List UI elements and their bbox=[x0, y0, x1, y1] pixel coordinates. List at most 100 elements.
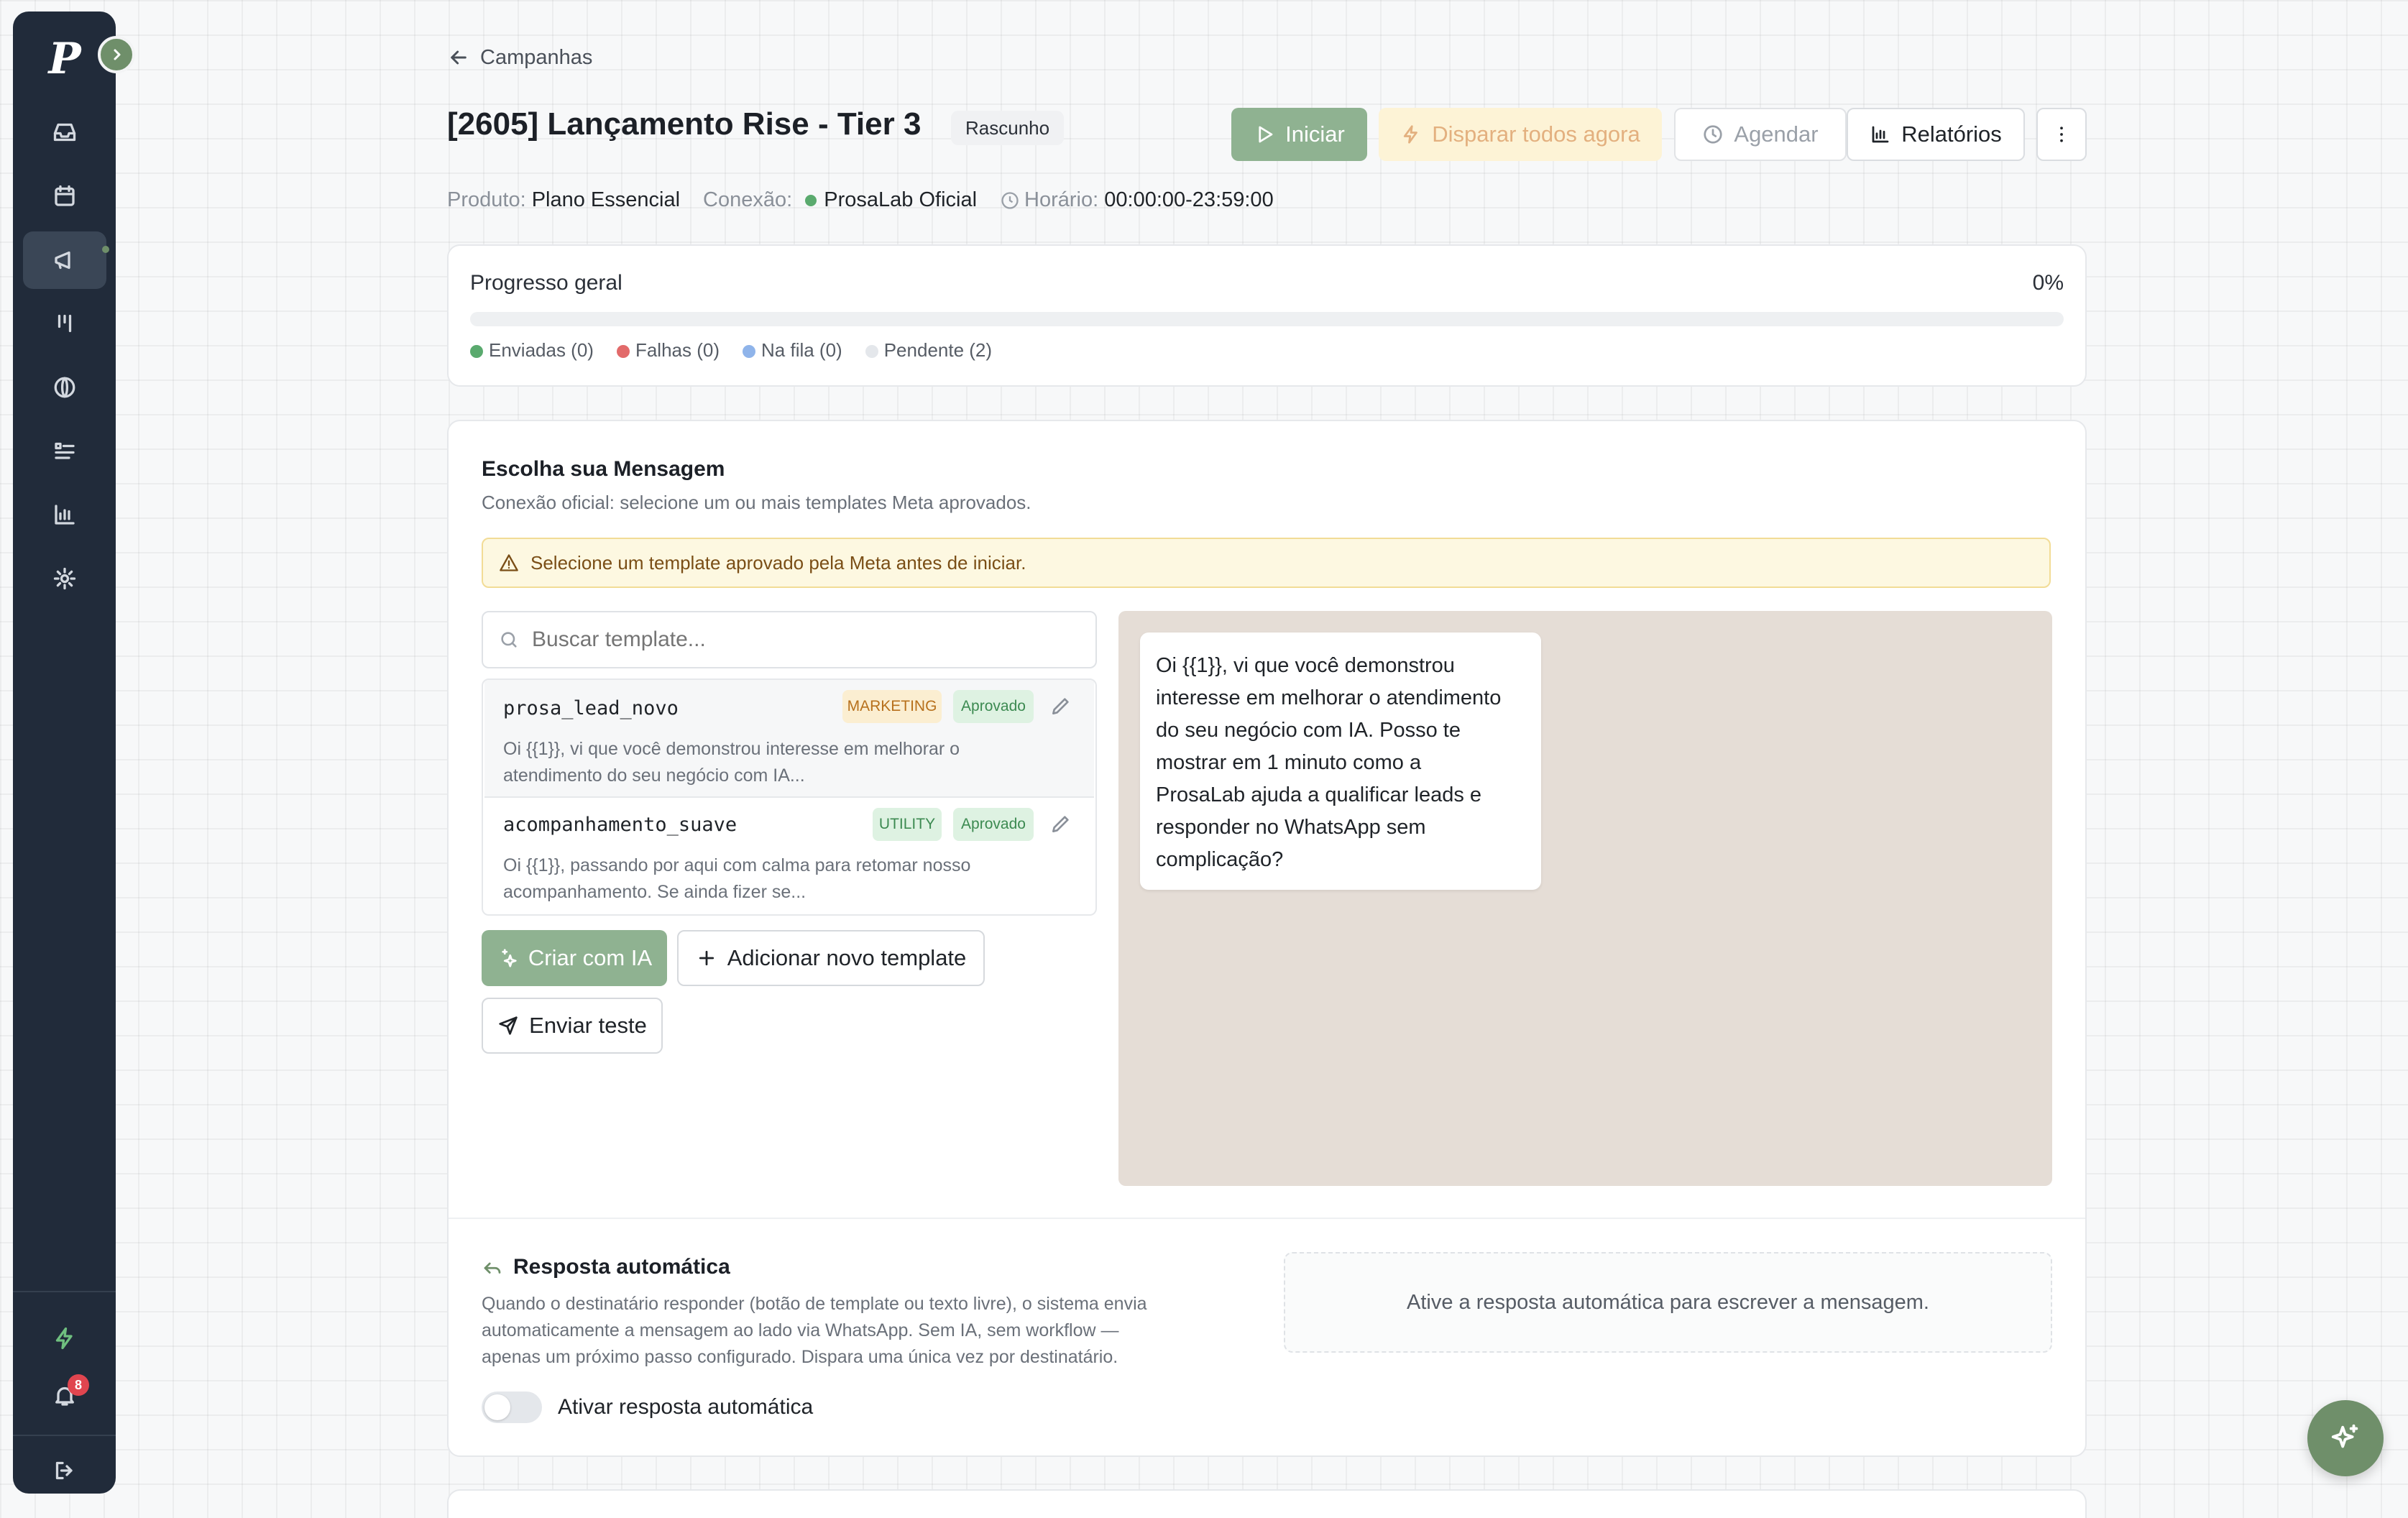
status-badge: Aprovado bbox=[953, 808, 1034, 841]
time-label: Horário: bbox=[1024, 188, 1099, 211]
product-label: Produto: bbox=[447, 188, 526, 211]
auto-reply-toggle[interactable] bbox=[482, 1392, 542, 1423]
back-link-label: Campanhas bbox=[480, 45, 593, 69]
product-value: Plano Essencial bbox=[531, 188, 681, 211]
create-with-ai-label: Criar com IA bbox=[528, 945, 653, 970]
sidebar-toggle-button[interactable] bbox=[98, 36, 135, 73]
calendar-icon bbox=[55, 185, 75, 206]
sidebar-item-inbox[interactable] bbox=[23, 104, 106, 161]
more-options-button[interactable] bbox=[2036, 108, 2087, 161]
message-card: Escolha sua Mensagem Conexão oficial: se… bbox=[447, 420, 2087, 1457]
create-with-ai-button[interactable]: Criar com IA bbox=[482, 930, 667, 986]
lightning-icon bbox=[1404, 125, 1418, 144]
ai-assistant-button[interactable] bbox=[2307, 1400, 2384, 1476]
reply-icon bbox=[484, 1262, 501, 1274]
campaign-meta: Produto: Plano Essencial Conexão: ProsaL… bbox=[447, 188, 1274, 212]
progress-card: Progresso geral 0% Enviadas (0) Falhas (… bbox=[447, 244, 2087, 387]
arrow-left-icon bbox=[451, 50, 467, 65]
fire-all-button-label: Disparar todos agora bbox=[1432, 121, 1640, 147]
time-value: 00:00:00-23:59:00 bbox=[1104, 188, 1274, 211]
sidebar-item-notifications[interactable]: 8 bbox=[23, 1367, 106, 1425]
sidebar-item-reports[interactable] bbox=[23, 486, 106, 543]
auto-reply-title: Resposta automática bbox=[513, 1255, 730, 1279]
bar-chart-icon bbox=[55, 505, 75, 525]
auto-reply-header: Resposta automática bbox=[482, 1255, 730, 1279]
legend-item-queued: Na fila (0) bbox=[743, 339, 842, 362]
sparkles-icon bbox=[502, 949, 517, 967]
search-icon bbox=[501, 632, 517, 648]
progress-legend: Enviadas (0) Falhas (0) Na fila (0) Pend… bbox=[470, 339, 992, 362]
search-input[interactable] bbox=[530, 627, 1080, 653]
checklist-icon bbox=[55, 442, 75, 459]
sparkles-icon bbox=[2331, 1424, 2358, 1448]
plus-icon bbox=[699, 950, 714, 966]
legend-item-sent: Enviadas (0) bbox=[470, 339, 594, 362]
edit-template-button[interactable] bbox=[1049, 812, 1072, 835]
template-name: acompanhamento_suave bbox=[503, 814, 737, 836]
sidebar: P 8 bbox=[13, 12, 116, 1494]
template-preview: Oi {{1}}, vi que você demonstrou interes… bbox=[503, 739, 960, 786]
sidebar-item-campaigns[interactable] bbox=[23, 231, 106, 289]
send-test-button[interactable]: Enviar teste bbox=[482, 998, 663, 1054]
start-button[interactable]: Iniciar bbox=[1231, 108, 1367, 161]
connection-value: ProsaLab Oficial bbox=[824, 188, 978, 211]
warning-icon bbox=[500, 554, 518, 571]
sidebar-item-contacts[interactable] bbox=[23, 359, 106, 416]
template-item[interactable]: acompanhamento_suave UTILITY Aprovado Oi… bbox=[484, 798, 1094, 914]
add-template-button[interactable]: Adicionar novo template bbox=[677, 930, 985, 986]
reports-button-label: Relatórios bbox=[1901, 121, 2002, 147]
sidebar-item-logout[interactable] bbox=[23, 1442, 106, 1499]
message-preview-panel: Oi {{1}}, vi que você demonstrou interes… bbox=[1118, 611, 2052, 1186]
sidebar-divider bbox=[13, 1291, 116, 1292]
template-name: prosa_lead_novo bbox=[503, 697, 679, 719]
next-section-card bbox=[447, 1489, 2087, 1518]
send-test-label: Enviar teste bbox=[529, 1013, 647, 1038]
progress-title: Progresso geral bbox=[470, 271, 622, 295]
pencil-icon bbox=[1052, 698, 1069, 714]
start-button-label: Iniciar bbox=[1285, 121, 1345, 147]
reports-button[interactable]: Relatórios bbox=[1847, 108, 2025, 161]
template-item[interactable]: prosa_lead_novo MARKETING Aprovado Oi {{… bbox=[484, 680, 1094, 798]
edit-template-button[interactable] bbox=[1049, 694, 1072, 717]
chevron-right-icon bbox=[114, 49, 121, 60]
template-list: prosa_lead_novo MARKETING Aprovado Oi {{… bbox=[482, 678, 1097, 916]
fire-all-button[interactable]: Disparar todos agora bbox=[1379, 108, 1662, 161]
clock-icon bbox=[1001, 191, 1019, 209]
sidebar-item-automations[interactable] bbox=[23, 1310, 106, 1367]
schedule-button[interactable]: Agendar bbox=[1674, 108, 1847, 161]
sidebar-item-tasks[interactable] bbox=[23, 423, 106, 480]
logout-icon bbox=[55, 1461, 73, 1480]
sidebar-item-pipeline[interactable] bbox=[23, 295, 106, 352]
sidebar-item-calendar[interactable] bbox=[23, 167, 106, 225]
clock-icon bbox=[1704, 125, 1723, 144]
auto-reply-toggle-label: Ativar resposta automática bbox=[558, 1395, 814, 1419]
play-icon bbox=[1259, 126, 1273, 143]
template-search[interactable] bbox=[482, 611, 1097, 668]
legend-item-failed: Falhas (0) bbox=[616, 339, 720, 362]
notification-badge: 8 bbox=[68, 1374, 89, 1396]
message-section-title: Escolha sua Mensagem bbox=[482, 457, 725, 481]
status-badge: Rascunho bbox=[951, 111, 1065, 145]
pencil-icon bbox=[1052, 816, 1069, 832]
send-icon bbox=[499, 1016, 518, 1035]
template-preview: Oi {{1}}, passando por aqui com calma pa… bbox=[503, 855, 971, 902]
back-link[interactable]: Campanhas bbox=[447, 43, 592, 72]
message-section-subtitle: Conexão oficial: selecione um ou mais te… bbox=[482, 492, 1031, 513]
warning-text: Selecione um template aprovado pela Meta… bbox=[530, 551, 1026, 574]
megaphone-icon bbox=[55, 251, 70, 270]
kanban-icon bbox=[58, 314, 72, 333]
warning-banner: Selecione um template aprovado pela Meta… bbox=[482, 538, 2051, 588]
schedule-button-label: Agendar bbox=[1734, 121, 1819, 147]
legend-item-pending: Pendente (2) bbox=[865, 339, 992, 362]
connection-label: Conexão: bbox=[703, 188, 793, 211]
section-divider bbox=[449, 1218, 2085, 1219]
add-template-label: Adicionar novo template bbox=[727, 945, 967, 970]
message-bubble: Oi {{1}}, vi que você demonstrou interes… bbox=[1140, 632, 1541, 890]
sidebar-item-settings[interactable] bbox=[23, 550, 106, 607]
connection-status-dot bbox=[805, 194, 817, 206]
auto-reply-description: Quando o destinatário responder (botão d… bbox=[482, 1294, 1147, 1367]
app-logo[interactable]: P bbox=[45, 30, 85, 88]
category-badge: MARKETING bbox=[842, 690, 942, 723]
auto-reply-toggle-row: Ativar resposta automática bbox=[482, 1392, 813, 1423]
lightning-icon bbox=[55, 1327, 73, 1350]
